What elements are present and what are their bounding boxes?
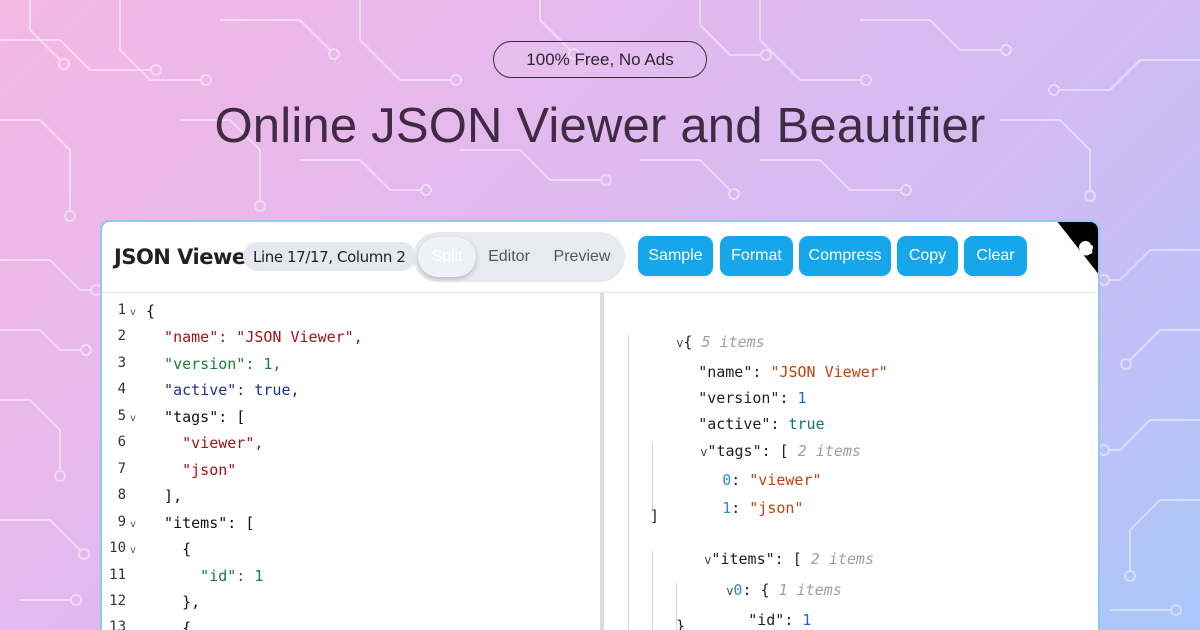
tree-array-node[interactable]: v"items": [ 2 items <box>650 532 874 568</box>
clear-button[interactable]: Clear <box>964 236 1027 276</box>
tree-entry: 1: "json" <box>722 499 804 517</box>
tab-split[interactable]: Split <box>418 237 476 277</box>
tree-root-node[interactable]: v{ 5 items <box>622 315 765 351</box>
github-icon[interactable] <box>1056 220 1100 276</box>
code-line: 6 "viewer", <box>117 434 264 452</box>
compress-button[interactable]: Compress <box>799 236 891 276</box>
code-line: 1 v { <box>117 302 156 320</box>
sample-button[interactable]: Sample <box>638 236 713 276</box>
code-line: 2 "name": "JSON Viewer", <box>117 328 363 346</box>
tab-preview[interactable]: Preview <box>543 237 621 277</box>
view-mode-switch: Split Editor Preview <box>413 232 625 282</box>
code-editor[interactable]: 1 v { 2 "name": "JSON Viewer", 3 "versio… <box>102 293 600 630</box>
code-line: 13 { <box>109 619 192 630</box>
tree-entry: "name": "JSON Viewer" <box>698 363 888 381</box>
cursor-status: Line 17/17, Column 2 <box>243 242 416 271</box>
code-line: 10 v { <box>109 540 192 558</box>
code-line: 3 "version": 1, <box>117 355 282 373</box>
json-viewer-card: JSON Viewer Line 17/17, Column 2 Split E… <box>100 220 1100 630</box>
code-line: 7 "json" <box>117 461 237 479</box>
json-tree-preview: v{ 5 items "name": "JSON Viewer" "versio… <box>604 293 1098 630</box>
tree-array-node[interactable]: v"tags": [ 2 items <box>646 424 861 460</box>
tree-bracket: ] <box>650 507 660 525</box>
fold-toggle-icon[interactable]: v <box>130 519 136 530</box>
tree-entry: "active": true <box>698 415 825 433</box>
code-line: 12 }, <box>109 593 201 611</box>
toolbar: JSON Viewer Line 17/17, Column 2 Split E… <box>102 222 1098 293</box>
indent-guide <box>628 335 629 630</box>
tree-bracket: } <box>676 617 686 630</box>
tree-object-node[interactable]: v0: { 1 items <box>672 563 842 599</box>
tree-entry: "id": 1 <box>748 611 812 629</box>
fold-toggle-icon[interactable]: v <box>130 307 136 318</box>
code-line: 11 "id": 1 <box>109 567 264 585</box>
code-line: 4 "active": true, <box>117 381 300 399</box>
code-line: 9 v "items": [ <box>117 514 255 532</box>
format-button[interactable]: Format <box>720 236 793 276</box>
fold-toggle-icon[interactable]: v <box>130 545 136 556</box>
fold-toggle-icon[interactable]: v <box>130 413 136 424</box>
tab-editor[interactable]: Editor <box>479 237 539 277</box>
tree-entry: 0: "viewer" <box>722 471 822 489</box>
tree-entry: "version": 1 <box>698 389 807 407</box>
code-line: 5 v "tags": [ <box>117 408 246 426</box>
free-badge: 100% Free, No Ads <box>493 41 707 78</box>
copy-button[interactable]: Copy <box>897 236 958 276</box>
page-headline: Online JSON Viewer and Beautifier <box>214 99 986 153</box>
app-title: JSON Viewer <box>114 245 256 269</box>
code-line: 8 ], <box>117 487 183 505</box>
